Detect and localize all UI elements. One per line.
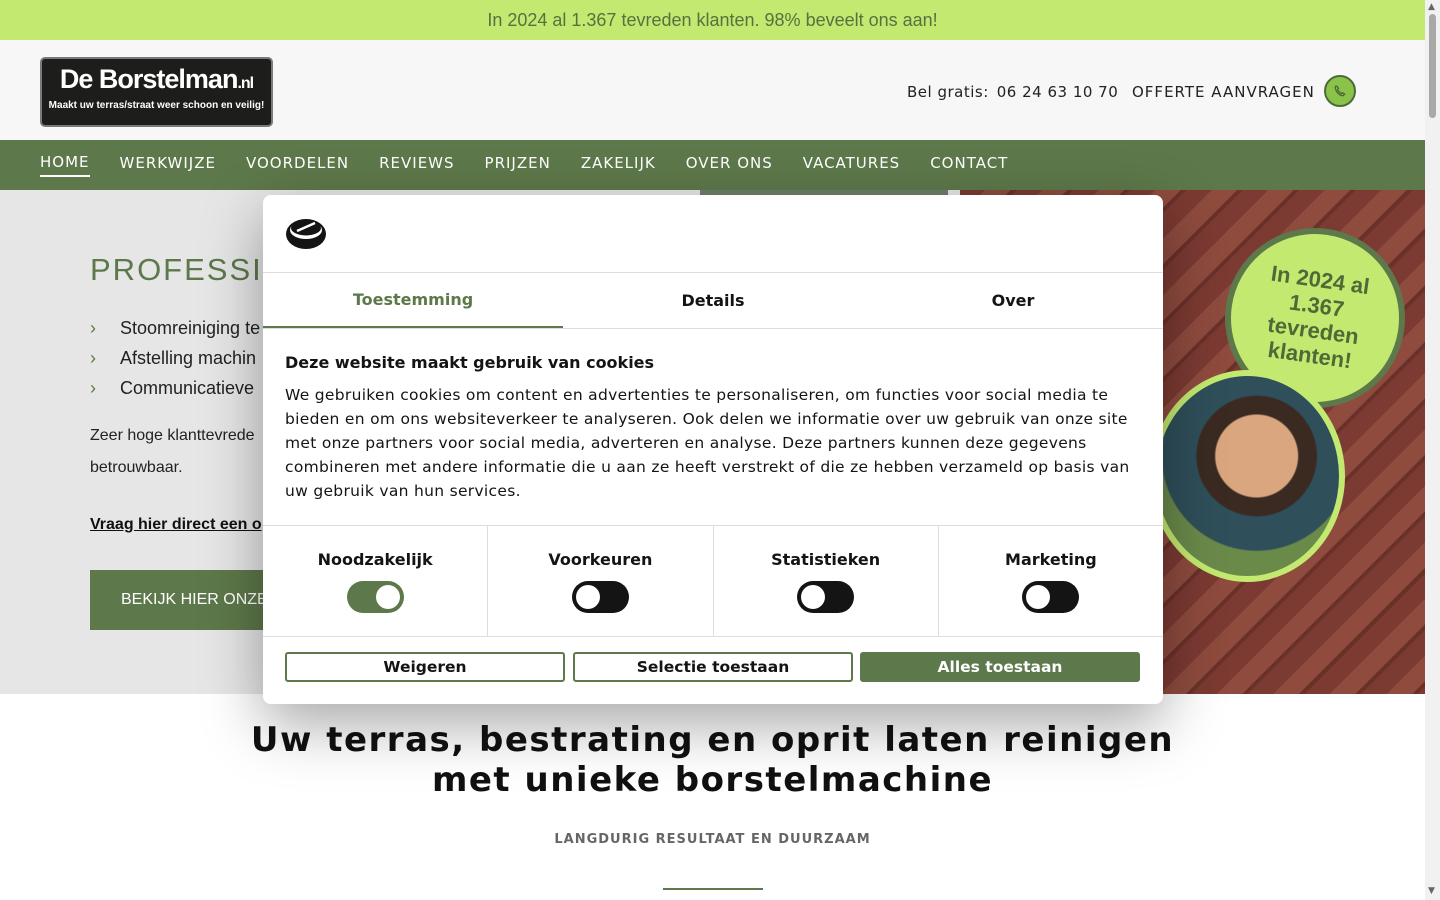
consent-categories: Noodzakelijk Voorkeuren Statistieken Mar…	[263, 525, 1163, 637]
hero-cta-button[interactable]: BEKIJK HIER ONZE	[90, 570, 270, 630]
section-title-line: Uw terras, bestrating en oprit laten rei…	[250, 720, 1175, 760]
category-marketing: Marketing	[939, 526, 1163, 636]
toggle-knob	[575, 585, 600, 609]
nav-home[interactable]: HOME	[40, 153, 90, 177]
promo-text: In 2024 al 1.367 tevreden klanten. 98% b…	[487, 9, 938, 30]
cookiebot-logo-icon	[285, 217, 327, 251]
tab-toestemming[interactable]: Toestemming	[263, 273, 563, 328]
deny-button[interactable]: Weigeren	[285, 652, 565, 682]
chevron-right-icon: ›	[90, 378, 96, 398]
nav-vacatures[interactable]: VACATURES	[803, 154, 900, 176]
dialog-body-text: We gebruiken cookies om content en adver…	[285, 386, 1130, 500]
category-statistics: Statistieken	[714, 526, 939, 636]
nav-werkwijze[interactable]: WERKWIJZE	[120, 154, 216, 176]
scroll-down-icon[interactable]: ▼	[1428, 886, 1435, 896]
nav-contact[interactable]: CONTACT	[930, 154, 1008, 176]
consent-tabs: Toestemming Details Over	[263, 272, 1163, 329]
allow-selection-button[interactable]: Selectie toestaan	[573, 652, 853, 682]
nav-prijzen[interactable]: PRIJZEN	[485, 154, 551, 176]
list-item: › Communicatieve	[90, 373, 260, 403]
nav-voordelen[interactable]: VOORDELEN	[246, 154, 349, 176]
category-label: Marketing	[1005, 550, 1097, 569]
call-label: Bel gratis:	[907, 83, 989, 101]
section-title-line: met unieke borstelmachine	[431, 760, 994, 800]
site-header: De Borstelman.nl Maakt uw terras/straat …	[0, 40, 1425, 140]
tab-details[interactable]: Details	[563, 273, 863, 328]
hero-usp-list: › Stoomreiniging te › Afstelling machin › C…	[90, 313, 260, 403]
toggle-knob	[375, 585, 400, 609]
allow-all-button[interactable]: Alles toestaan	[860, 652, 1140, 682]
section-divider	[663, 888, 763, 890]
whatsapp-icon[interactable]	[1324, 75, 1356, 107]
toggle-knob	[801, 585, 826, 609]
main-nav: HOME WERKWIJZE VOORDELEN REVIEWS PRIJZEN…	[0, 140, 1425, 190]
phone-link[interactable]: 06 24 63 10 70	[997, 83, 1119, 101]
cookie-consent-dialog: Toestemming Details Over Deze website ma…	[263, 195, 1163, 704]
hero-description: Zeer hoge klanttevrede betrouwbaar.	[90, 427, 255, 476]
promo-banner: In 2024 al 1.367 tevreden klanten. 98% b…	[0, 0, 1425, 40]
statistics-toggle[interactable]	[797, 581, 855, 613]
list-item: › Stoomreiniging te	[90, 313, 260, 343]
category-label: Noodzakelijk	[317, 550, 433, 569]
dialog-heading: Deze website maakt gebruik van cookies	[285, 353, 655, 372]
chevron-right-icon: ›	[90, 348, 96, 368]
logo-wordmark: De Borstelman.nl	[59, 64, 254, 94]
marketing-toggle[interactable]	[1022, 581, 1080, 613]
category-label: Statistieken	[771, 550, 881, 569]
hero-quote-link[interactable]: Vraag hier direct een o	[90, 516, 262, 534]
logo-tagline: Maakt uw terras/straat weer schoon en ve…	[48, 100, 265, 111]
tab-over[interactable]: Over	[863, 273, 1163, 328]
necessary-toggle[interactable]	[346, 581, 404, 613]
category-necessary: Noodzakelijk	[263, 526, 489, 636]
section-subtitle: LANGDURIG RESULTAAT EN DUURZAAM	[554, 832, 871, 847]
call-info: Bel gratis: 06 24 63 10 70	[907, 83, 1118, 101]
preferences-toggle[interactable]	[571, 581, 629, 613]
nav-zakelijk[interactable]: ZAKELIJK	[581, 154, 656, 176]
nav-over-ons[interactable]: OVER ONS	[686, 154, 773, 176]
category-preferences: Voorkeuren	[488, 526, 714, 636]
quote-request-link[interactable]: OFFERTE AANVRAGEN	[1132, 83, 1315, 101]
section-title: Uw terras, bestrating en oprit laten rei…	[0, 720, 1425, 800]
toggle-knob	[1026, 585, 1051, 609]
scrollbar-thumb[interactable]	[1429, 14, 1436, 118]
category-label: Voorkeuren	[548, 550, 653, 569]
scroll-up-icon[interactable]: ▲	[1428, 2, 1435, 12]
page-scrollbar[interactable]: ▲ ▼	[1425, 0, 1440, 900]
site-logo[interactable]: De Borstelman.nl Maakt uw terras/straat …	[40, 57, 273, 127]
nav-reviews[interactable]: REVIEWS	[379, 154, 454, 176]
owner-portrait	[1150, 370, 1345, 582]
list-item: › Afstelling machin	[90, 343, 260, 373]
chevron-right-icon: ›	[90, 318, 96, 338]
